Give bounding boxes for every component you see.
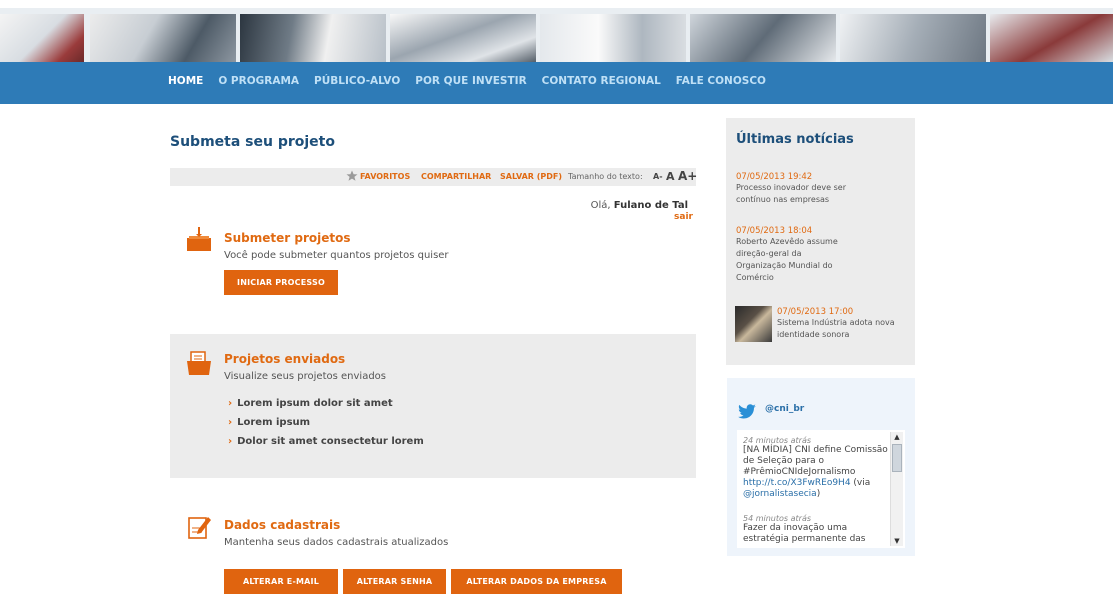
- edit-document-icon: [188, 517, 211, 539]
- news-headline[interactable]: Roberto Azevêdo assume direção-geral da …: [736, 236, 852, 284]
- nav-item-why-invest[interactable]: POR QUE INVESTIR: [415, 75, 526, 87]
- twitter-bird-icon: [738, 404, 756, 419]
- tweet: 54 minutos atrás Fazer da inovação uma e…: [743, 514, 891, 545]
- submit-projects-desc: Você pode submeter quantos projetos quis…: [224, 250, 449, 261]
- tweet-scrollbar[interactable]: ▲ ▼: [890, 432, 903, 546]
- tweet-body: [NA MÍDIA] CNI define Comissão de Seleçã…: [743, 445, 888, 477]
- sent-project-item[interactable]: › Lorem ipsum: [228, 417, 424, 436]
- nav-item-audience[interactable]: PÚBLICO-ALVO: [314, 75, 400, 87]
- banner-photo: [690, 14, 836, 62]
- chevron-right-icon: ›: [228, 398, 233, 409]
- news-headline[interactable]: Sistema Indústria adota nova identidade …: [777, 317, 909, 341]
- banner-photo: [840, 14, 986, 62]
- user-greeting: Olá, Fulano de Tal: [591, 200, 688, 211]
- nav-item-contact-us[interactable]: FALE CONOSCO: [676, 75, 766, 87]
- registration-data-section: Dados cadastrais Mantenha seus dados cad…: [170, 498, 696, 603]
- change-company-data-button[interactable]: ALTERAR DADOS DA EMPRESA: [451, 569, 622, 594]
- news-date: 07/05/2013 19:42: [736, 172, 813, 182]
- nav-item-regional-contact[interactable]: CONTATO REGIONAL: [542, 75, 661, 87]
- banner-photo: [990, 14, 1113, 62]
- banner-photo: [390, 14, 536, 62]
- greeting-text: Olá,: [590, 200, 611, 211]
- page-toolbar: FAVORITOS COMPARTILHAR SALVAR (PDF) Tama…: [170, 168, 697, 186]
- start-process-button[interactable]: INICIAR PROCESSO: [224, 270, 338, 295]
- sent-project-item[interactable]: › Dolor sit amet consectetur lorem: [228, 436, 424, 455]
- submit-projects-title: Submeter projetos: [224, 231, 351, 245]
- chevron-right-icon: ›: [228, 436, 233, 447]
- folder-documents-icon: [187, 351, 211, 375]
- sent-projects-list: › Lorem ipsum dolor sit amet › Lorem ipsum…: [228, 398, 424, 455]
- page-title: Submeta seu projeto: [170, 134, 335, 150]
- tweet-via-prefix: (via: [853, 478, 871, 488]
- scrollbar-thumb[interactable]: [892, 444, 902, 472]
- tweet: 24 minutos atrás [NA MÍDIA] CNI define C…: [743, 436, 891, 500]
- submit-projects-section: Submeter projetos Você pode submeter qua…: [170, 214, 696, 314]
- tweet-time: 54 minutos atrás: [743, 514, 812, 523]
- banner-photo: [90, 14, 236, 62]
- share-link[interactable]: COMPARTILHAR: [421, 172, 491, 181]
- chevron-right-icon: ›: [228, 417, 233, 428]
- tweet-via-handle[interactable]: @jornalistasecia: [743, 489, 817, 499]
- sent-project-label: Lorem ipsum dolor sit amet: [237, 398, 393, 409]
- text-size-label: Tamanho do texto:: [568, 172, 643, 181]
- registration-data-title: Dados cadastrais: [224, 518, 341, 532]
- news-date: 07/05/2013 18:04: [736, 226, 813, 236]
- sent-projects-section: Projetos enviados Visualize seus projeto…: [170, 334, 696, 478]
- change-password-button[interactable]: ALTERAR SENHA: [343, 569, 446, 594]
- tweet-link[interactable]: http://t.co/X3FwREo9H4: [743, 478, 851, 488]
- latest-news-panel: Últimas notícias 07/05/2013 19:42 Proces…: [726, 118, 915, 365]
- sent-project-label: Dolor sit amet consectetur lorem: [237, 436, 424, 447]
- star-icon: [346, 170, 358, 181]
- scroll-down-arrow-icon[interactable]: ▼: [891, 536, 903, 546]
- sent-project-label: Lorem ipsum: [237, 417, 311, 428]
- twitter-widget: @cni_br 24 minutos atrás [NA MÍDIA] CNI …: [727, 378, 915, 556]
- text-size-decrease[interactable]: A-: [653, 172, 663, 181]
- main-nav: HOME O PROGRAMA PÚBLICO-ALVO POR QUE INV…: [0, 62, 1113, 104]
- nav-item-program[interactable]: O PROGRAMA: [218, 75, 299, 87]
- upload-folder-icon: [187, 227, 211, 251]
- news-thumbnail[interactable]: [735, 306, 772, 342]
- text-size-normal[interactable]: A: [666, 170, 675, 183]
- tweet-text: [NA MÍDIA] CNI define Comissão de Seleçã…: [743, 445, 891, 500]
- banner-top-strip: [0, 0, 1113, 8]
- banner-photo: [0, 14, 84, 62]
- tweet-text: Fazer da inovação uma estratégia permane…: [743, 523, 866, 544]
- registration-data-desc: Mantenha seus dados cadastrais atualizad…: [224, 537, 449, 548]
- tweet-via-suffix: ): [816, 489, 821, 499]
- change-email-button[interactable]: ALTERAR E-MAIL: [224, 569, 338, 594]
- news-date: 07/05/2013 17:00: [777, 307, 854, 317]
- text-size-increase[interactable]: A+: [678, 169, 697, 183]
- twitter-handle[interactable]: @cni_br: [765, 404, 804, 414]
- tweet-time: 24 minutos atrás: [743, 436, 812, 445]
- header-banner: [0, 0, 1113, 62]
- latest-news-title: Últimas notícias: [736, 132, 854, 147]
- tweet-feed[interactable]: 24 minutos atrás [NA MÍDIA] CNI define C…: [737, 430, 905, 548]
- sent-project-item[interactable]: › Lorem ipsum dolor sit amet: [228, 398, 424, 417]
- sent-projects-desc: Visualize seus projetos enviados: [224, 371, 387, 382]
- save-pdf-link[interactable]: SALVAR (PDF): [500, 172, 562, 181]
- user-name: Fulano de Tal: [613, 200, 688, 211]
- scroll-up-arrow-icon[interactable]: ▲: [891, 432, 903, 442]
- banner-photo: [240, 14, 386, 62]
- favorites-link[interactable]: FAVORITOS: [360, 172, 410, 181]
- nav-item-home[interactable]: HOME: [168, 75, 203, 87]
- banner-photo: [540, 14, 686, 62]
- sent-projects-title: Projetos enviados: [224, 352, 346, 366]
- news-headline[interactable]: Processo inovador deve ser contínuo nas …: [736, 182, 876, 206]
